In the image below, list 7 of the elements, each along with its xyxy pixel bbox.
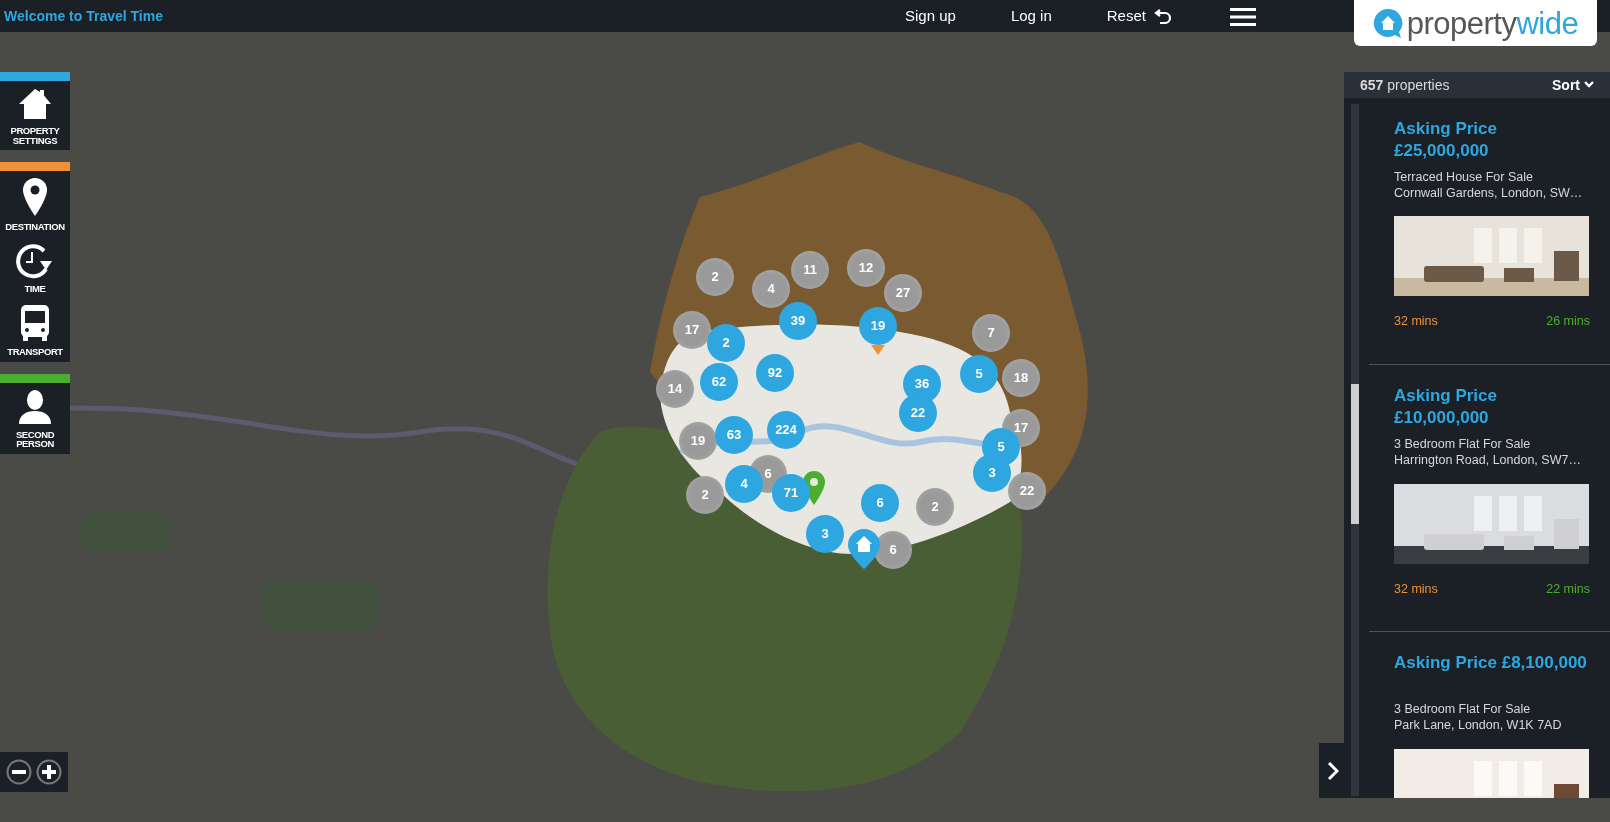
reset-button[interactable]: Reset [1106, 4, 1172, 28]
logo-icon [1372, 8, 1403, 38]
signup-link[interactable]: Sign up [905, 4, 956, 28]
app-title: Welcome to Travel Time [4, 6, 163, 26]
login-link[interactable]: Log in [1010, 4, 1052, 28]
undo-icon [1153, 8, 1172, 24]
logo-text: propertywide [1406, 7, 1579, 39]
